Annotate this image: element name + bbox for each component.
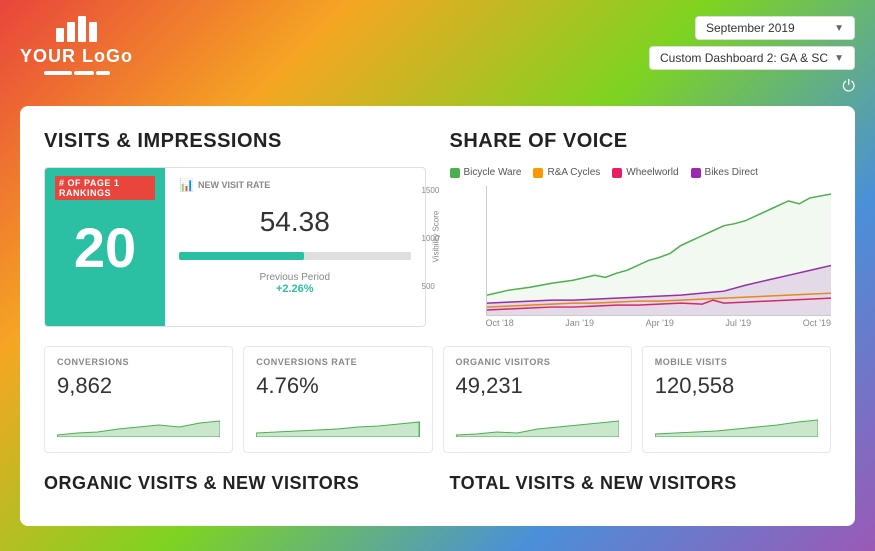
stat-card-conv-rate: CONVERSIONS RATE 4.76% (243, 346, 432, 453)
date-dropdown[interactable]: September 2019 ▼ (695, 16, 855, 40)
legend-label-2: R&A Cycles (547, 167, 600, 178)
legend-item-2: R&A Cycles (533, 167, 600, 178)
stat-value-conversions: 9,862 (57, 373, 220, 399)
date-dropdown-label: September 2019 (706, 21, 795, 35)
rankings-number: 20 (55, 220, 155, 276)
stat-card-mobile: MOBILE VISITS 120,558 (642, 346, 831, 453)
chart-svg (487, 186, 832, 315)
stat-label-organic: ORGANIC VISITORS (456, 357, 619, 367)
mini-chart-organic (456, 407, 619, 437)
visits-impressions-section: VISITS & IMPRESSIONS # OF PAGE 1 RANKING… (44, 130, 426, 330)
bottom-section-organic: ORGANIC VISITS & NEW VISITORS (44, 473, 426, 494)
main-card: VISITS & IMPRESSIONS # OF PAGE 1 RANKING… (20, 106, 855, 526)
dashboard-dropdown[interactable]: Custom Dashboard 2: GA & SC ▼ (649, 46, 855, 70)
stat-card-conversions: CONVERSIONS 9,862 (44, 346, 233, 453)
chevron-down-icon: ▼ (834, 23, 844, 34)
legend-label-1: Bicycle Ware (464, 167, 522, 178)
legend-color-3 (612, 168, 622, 178)
chart-area (486, 186, 832, 316)
legend-label-4: Bikes Direct (705, 167, 758, 178)
dashboard-dropdown-label: Custom Dashboard 2: GA & SC (660, 51, 828, 65)
previous-value: +2.26% (179, 283, 411, 295)
sections-bottom: ORGANIC VISITS & NEW VISITORS TOTAL VISI… (44, 473, 831, 494)
visit-rate-box: 📊 NEW VISIT RATE 54.38 Previous Period +… (165, 168, 425, 326)
stats-row: CONVERSIONS 9,862 CONVERSIONS RATE 4.76%… (44, 346, 831, 453)
logo-underline (44, 71, 110, 75)
visits-grid: # OF PAGE 1 RANKINGS 20 📊 NEW VISIT RATE… (44, 167, 426, 327)
previous-label: Previous Period (179, 272, 411, 283)
power-icon[interactable]: ⏻ (842, 78, 855, 96)
mini-chart-conv-rate (256, 407, 419, 437)
logo-bars-icon (56, 16, 97, 42)
chart-wrapper: 1500 1000 500 Visibility Score (450, 186, 832, 330)
rankings-label: # OF PAGE 1 RANKINGS (55, 176, 155, 200)
visit-rate-icon: 📊 (179, 178, 194, 192)
x-label-jul19: Jul '19 (725, 318, 751, 328)
stat-value-conv-rate: 4.76% (256, 373, 419, 399)
chevron-down-icon: ▼ (834, 53, 844, 64)
stat-label-conv-rate: CONVERSIONS RATE (256, 357, 419, 367)
share-of-voice-title: SHARE OF VOICE (450, 130, 832, 153)
progress-bar-fill (179, 252, 304, 260)
previous-period: Previous Period +2.26% (179, 272, 411, 295)
logo-text: YOUR LoGo (20, 46, 133, 67)
header: YOUR LoGo September 2019 ▼ Custom Dashbo… (0, 0, 875, 106)
header-controls: September 2019 ▼ Custom Dashboard 2: GA … (649, 16, 855, 96)
progress-bar-container (179, 252, 411, 260)
stat-value-mobile: 120,558 (655, 373, 818, 399)
sections-top: VISITS & IMPRESSIONS # OF PAGE 1 RANKING… (44, 130, 831, 330)
mini-chart-mobile (655, 407, 818, 437)
legend-item-3: Wheelworld (612, 167, 678, 178)
legend-color-1 (450, 168, 460, 178)
share-of-voice-section: SHARE OF VOICE Bicycle Ware R&A Cycles W… (450, 130, 832, 330)
visits-impressions-title: VISITS & IMPRESSIONS (44, 130, 426, 153)
sov-legend: Bicycle Ware R&A Cycles Wheelworld Bikes… (450, 167, 832, 178)
x-label-jan19: Jan '19 (565, 318, 594, 328)
mini-chart-conversions (57, 407, 220, 437)
bottom-title-total: TOTAL VISITS & NEW VISITORS (450, 473, 832, 494)
visit-rate-label: 📊 NEW VISIT RATE (179, 178, 411, 192)
visit-rate-number: 54.38 (179, 206, 411, 238)
y-label-500: 500 (422, 282, 440, 291)
legend-color-4 (691, 168, 701, 178)
stat-label-mobile: MOBILE VISITS (655, 357, 818, 367)
legend-item-1: Bicycle Ware (450, 167, 522, 178)
legend-label-3: Wheelworld (626, 167, 678, 178)
logo-area: YOUR LoGo (20, 16, 133, 75)
y-axis-title: Visibility Score (431, 211, 440, 263)
x-label-oct18: Oct '18 (486, 318, 514, 328)
rankings-box: # OF PAGE 1 RANKINGS 20 (45, 168, 165, 326)
x-label-apr19: Apr '19 (646, 318, 674, 328)
stat-card-organic: ORGANIC VISITORS 49,231 (443, 346, 632, 453)
legend-item-4: Bikes Direct (691, 167, 758, 178)
bottom-section-total: TOTAL VISITS & NEW VISITORS (450, 473, 832, 494)
legend-color-2 (533, 168, 543, 178)
y-label-1500: 1500 (422, 186, 440, 195)
x-axis-labels: Oct '18 Jan '19 Apr '19 Jul '19 Oct '19 (486, 316, 832, 330)
stat-value-organic: 49,231 (456, 373, 619, 399)
bottom-title-organic: ORGANIC VISITS & NEW VISITORS (44, 473, 426, 494)
stat-label-conversions: CONVERSIONS (57, 357, 220, 367)
x-label-oct19: Oct '19 (803, 318, 831, 328)
